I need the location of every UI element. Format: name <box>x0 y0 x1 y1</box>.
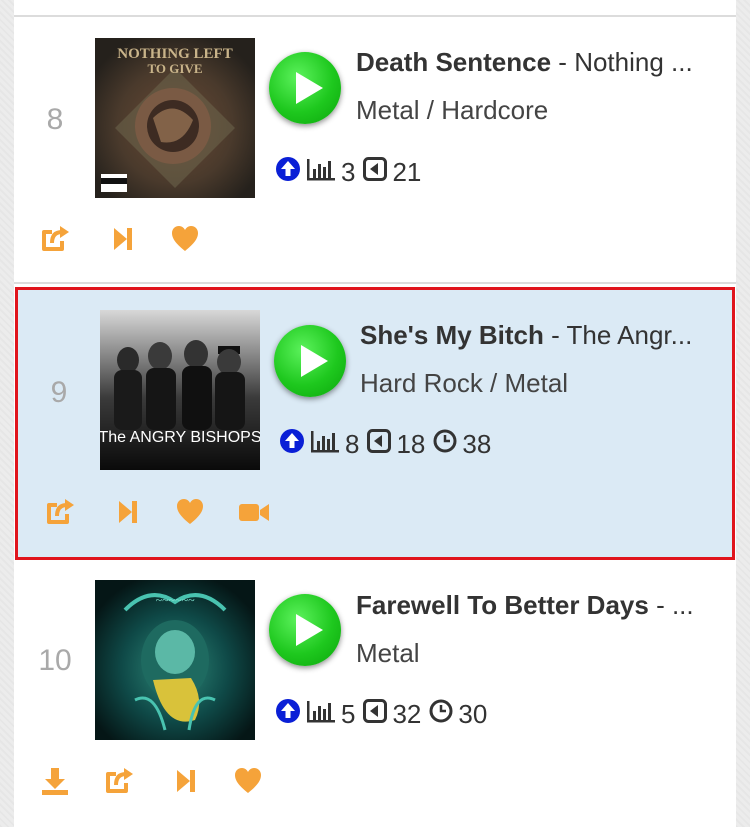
chart-count: 5 <box>341 698 356 729</box>
previous-row-edge <box>14 0 736 17</box>
album-cover[interactable]: The ANGRY BISHOPS <box>100 310 260 470</box>
svg-text:TO GIVE: TO GIVE <box>147 61 202 76</box>
title-separator: - <box>543 320 567 350</box>
upvote-icon[interactable] <box>275 156 301 189</box>
download-icon[interactable] <box>40 766 72 798</box>
heart-icon[interactable] <box>233 766 265 798</box>
play-button[interactable] <box>269 52 341 124</box>
album-cover[interactable]: ~~~~~~ <box>95 580 255 740</box>
chart-list: 8 NOTHING LEFT TO GIVE Death Sentence - … <box>14 0 736 827</box>
share-icon[interactable] <box>104 766 136 798</box>
track-title[interactable]: She's My Bitch <box>360 320 544 350</box>
previous-position: 18 <box>396 428 426 459</box>
track-title[interactable]: Death Sentence <box>356 47 551 77</box>
track-artist[interactable]: The Angr... <box>567 320 693 350</box>
play-icon <box>296 614 323 646</box>
weeks-on-chart: 38 <box>462 428 492 459</box>
chart-icon <box>306 699 336 730</box>
rank-number: 9 <box>50 376 68 409</box>
play-next-icon[interactable] <box>170 766 202 798</box>
album-cover[interactable]: NOTHING LEFT TO GIVE <box>95 38 255 198</box>
heart-icon[interactable] <box>175 497 207 529</box>
previous-position-icon <box>363 156 388 188</box>
track-genre[interactable]: Hard Rock / Metal <box>360 368 568 399</box>
title-separator: - <box>551 47 575 77</box>
track-artist[interactable]: Nothing ... <box>574 47 693 77</box>
play-button[interactable] <box>274 325 346 397</box>
track-genre[interactable]: Metal / Hardcore <box>356 95 548 126</box>
chart-count: 8 <box>345 428 360 459</box>
track-row-9[interactable]: 9 The ANGRY BISHOPS She's My Bitch - The… <box>15 287 735 560</box>
svg-text:~~~~~~: ~~~~~~ <box>156 593 195 607</box>
play-button[interactable] <box>269 594 341 666</box>
track-stats: 3 21 <box>275 156 429 188</box>
clock-icon <box>433 429 457 460</box>
track-genre[interactable]: Metal <box>356 638 420 669</box>
play-next-icon[interactable] <box>107 224 139 256</box>
video-icon[interactable] <box>238 497 270 529</box>
previous-position-icon <box>367 428 392 460</box>
clock-icon <box>429 699 453 730</box>
weeks-on-chart: 30 <box>458 698 488 729</box>
track-row-10[interactable]: 10 ~~~~~~ Farewell To Better Days - ... … <box>14 562 736 827</box>
cover-title: NOTHING LEFT <box>117 46 232 62</box>
chart-icon <box>310 429 340 460</box>
track-title[interactable]: Farewell To Better Days <box>356 590 649 620</box>
upvote-icon[interactable] <box>279 428 305 461</box>
title-separator: - <box>648 590 672 620</box>
track-stats: 5 32 30 <box>275 698 495 730</box>
previous-position-icon <box>363 698 388 730</box>
track-title-line[interactable]: She's My Bitch - The Angr... <box>360 320 730 351</box>
track-artist[interactable]: ... <box>672 590 694 620</box>
track-row-8[interactable]: 8 NOTHING LEFT TO GIVE Death Sentence - … <box>14 17 736 284</box>
track-title-line[interactable]: Death Sentence - Nothing ... <box>356 47 731 78</box>
play-icon <box>296 72 323 104</box>
previous-position: 21 <box>392 156 422 187</box>
chart-count: 3 <box>341 156 356 187</box>
rank-number: 8 <box>46 103 64 136</box>
chart-icon <box>306 157 336 188</box>
rank-number: 10 <box>38 644 72 677</box>
previous-position: 32 <box>392 698 422 729</box>
share-icon[interactable] <box>40 224 72 256</box>
track-stats: 8 18 38 <box>279 428 499 460</box>
cover-title: The ANGRY BISHOPS <box>100 429 260 446</box>
share-icon[interactable] <box>45 497 77 529</box>
track-title-line[interactable]: Farewell To Better Days - ... <box>356 590 731 621</box>
play-next-icon[interactable] <box>112 497 144 529</box>
play-icon <box>301 345 328 377</box>
heart-icon[interactable] <box>170 224 202 256</box>
upvote-icon[interactable] <box>275 698 301 731</box>
